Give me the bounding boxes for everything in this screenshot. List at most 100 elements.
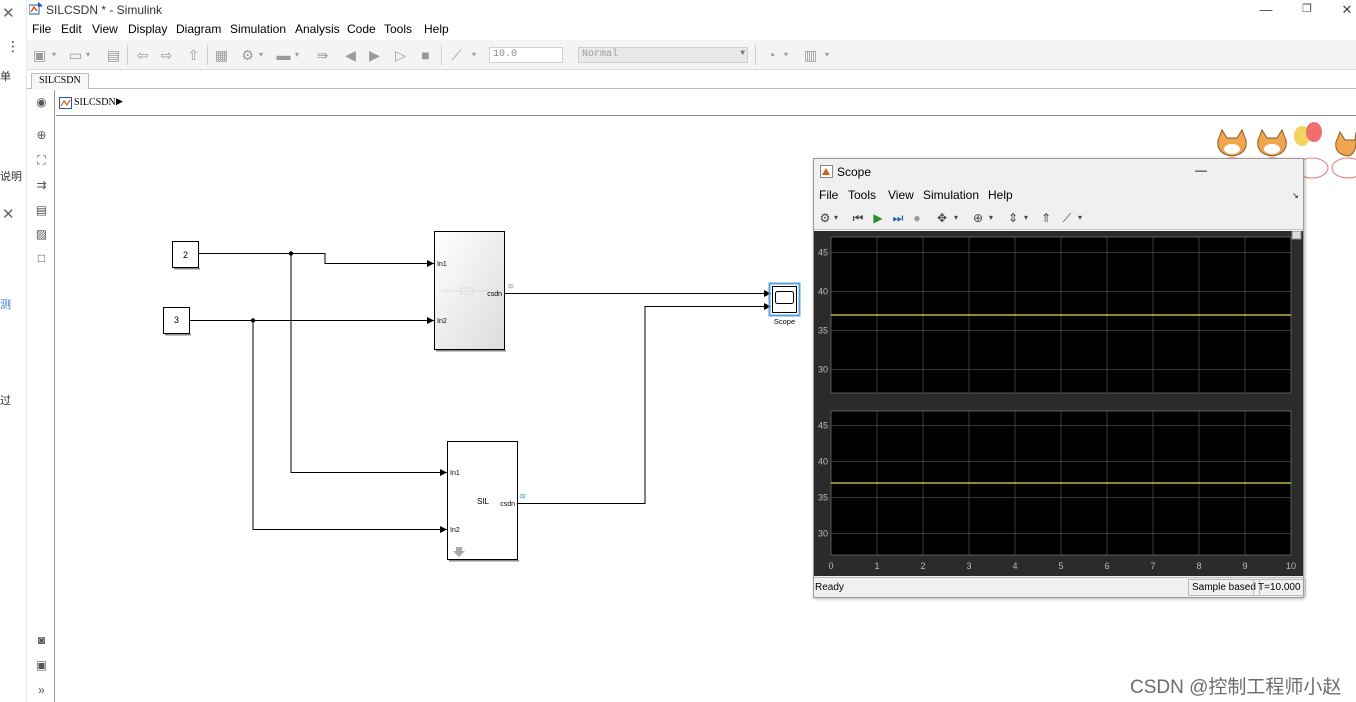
area-icon[interactable]: □: [34, 251, 49, 265]
step-back-icon[interactable]: ⏮: [850, 210, 866, 226]
chevron-down-icon[interactable]: ▾: [256, 47, 266, 63]
toolbar: ▣ ▾ ▭ ▾ ▤ ⇦ ⇨ ⇧ ▦ ⚙ ▾ ▬ ▾ ⇛ ◀ ▶ ▷ ■ ⟋ ▾ …: [27, 40, 1356, 70]
scope-menu-help[interactable]: Help: [988, 188, 1013, 202]
expand-icon[interactable]: »: [34, 683, 49, 697]
back-arrow-icon[interactable]: ⇦: [134, 47, 151, 63]
zoom-in-icon[interactable]: ⊕: [970, 210, 986, 226]
record-icon[interactable]: ⇛: [314, 47, 331, 63]
fit-to-view-icon[interactable]: ⛶: [34, 153, 49, 167]
chevron-down-icon[interactable]: ▾: [832, 210, 840, 226]
scale-axes-icon[interactable]: ⇕: [1005, 210, 1021, 226]
menu-code[interactable]: Code: [347, 22, 376, 36]
subsystem-block-sil[interactable]: In1 In2 SIL csdn ≋: [447, 441, 527, 562]
signal-line[interactable]: [199, 253, 434, 267]
open-folder-icon[interactable]: ▭: [67, 47, 84, 63]
tab-silcsdn[interactable]: SILCSDN: [31, 73, 89, 89]
breadcrumb-model[interactable]: SILCSDN: [74, 97, 116, 108]
chevron-down-icon: ▼: [740, 49, 745, 58]
chevron-down-icon[interactable]: ▾: [1022, 210, 1030, 226]
build-icon[interactable]: ▥: [802, 47, 819, 63]
measurements-icon[interactable]: ⟋: [1059, 210, 1075, 226]
new-model-icon[interactable]: ▣: [31, 47, 48, 63]
data-inspector-icon[interactable]: ⟋: [448, 47, 465, 63]
scope-window[interactable]: Scope — File Tools View Simulation Help …: [813, 158, 1306, 598]
scope-block[interactable]: Scope: [768, 282, 801, 327]
menu-help[interactable]: Help: [424, 22, 449, 36]
menu-view[interactable]: View: [92, 22, 118, 36]
strip-text-3[interactable]: 测: [0, 296, 11, 312]
menu-tools[interactable]: Tools: [384, 22, 412, 36]
run-icon[interactable]: ▶: [870, 210, 886, 226]
minimize-icon[interactable]: —: [1195, 163, 1207, 177]
dock-icon[interactable]: ↘: [1292, 191, 1299, 200]
close-icon[interactable]: ✕: [2, 4, 15, 22]
model-advisor-icon[interactable]: ◔: [763, 47, 780, 63]
library-browser-icon[interactable]: ▦: [213, 47, 230, 63]
side-palette: ◉ ⊕ ⛶ ⇉ ▤ ▨ □ ◙ ▣ »: [27, 90, 55, 702]
step-forward-icon[interactable]: ⏭: [890, 210, 906, 226]
chevron-down-icon[interactable]: ▾: [781, 47, 791, 63]
highlight-icon[interactable]: ✥: [934, 210, 950, 226]
chevron-down-icon[interactable]: ▾: [469, 47, 479, 63]
chevron-down-icon[interactable]: ▾: [83, 47, 93, 63]
stop-icon[interactable]: ●: [909, 210, 925, 226]
chevron-down-icon[interactable]: ▾: [822, 47, 832, 63]
constant-block-3[interactable]: 3: [163, 307, 192, 336]
menu-diagram[interactable]: Diagram: [176, 22, 221, 36]
up-arrow-icon[interactable]: ⇧: [185, 47, 202, 63]
scope-toolbar: ⚙ ▾ ⏮ ▶ ⏭ ● ✥ ▾ ⊕ ▾ ⇕ ▾ ⇑ ⟋ ▾: [814, 206, 1303, 230]
camera-icon[interactable]: ◙: [34, 633, 49, 647]
step-back-icon[interactable]: ◀: [342, 47, 359, 63]
chevron-down-icon[interactable]: ▾: [987, 210, 995, 226]
signal-line[interactable]: [518, 303, 771, 504]
minimize-icon[interactable]: —: [1256, 2, 1276, 17]
save-icon[interactable]: ▤: [105, 47, 122, 63]
menu-display[interactable]: Display: [128, 22, 167, 36]
breadcrumb-arrow-icon[interactable]: ▶: [116, 96, 123, 107]
scope-menu-file[interactable]: File: [819, 188, 838, 202]
cat-sticker: [1331, 130, 1356, 179]
signal-line[interactable]: [290, 253, 447, 476]
scope-plot-area[interactable]: 45 40 35 30 45 40 35 30 0 1 2 3 4 5 6 7 8 9 10: [814, 230, 1303, 576]
status-ready: Ready: [815, 582, 844, 593]
simulation-mode-select[interactable]: Normal ▼: [578, 47, 748, 63]
signal-line[interactable]: [252, 320, 447, 533]
settings-gear-icon[interactable]: ⚙: [239, 47, 256, 63]
zoom-in-icon[interactable]: ⊕: [34, 128, 49, 142]
forward-arrow-icon[interactable]: ⇨: [158, 47, 175, 63]
menu-analysis[interactable]: Analysis: [295, 22, 340, 36]
annotation-icon[interactable]: ▤: [34, 203, 49, 217]
close-icon[interactable]: ✕: [1337, 2, 1356, 18]
run-icon[interactable]: ▶: [366, 47, 383, 63]
hide-show-icon[interactable]: ◉: [34, 95, 49, 109]
scope-menu-tools[interactable]: Tools: [848, 188, 876, 202]
constant-block-2[interactable]: 2: [172, 241, 201, 270]
model-browser-icon[interactable]: ▣: [34, 658, 49, 672]
chevron-down-icon[interactable]: ▾: [49, 47, 59, 63]
menu-simulation[interactable]: Simulation: [230, 22, 286, 36]
chevron-down-icon[interactable]: ▾: [952, 210, 960, 226]
stop-icon[interactable]: ■: [417, 47, 434, 63]
port-in2-label: In2: [437, 318, 447, 325]
stop-time-field[interactable]: 10.0: [489, 47, 563, 63]
menu-edit[interactable]: Edit: [61, 22, 82, 36]
scope-menu-simulation[interactable]: Simulation: [923, 188, 979, 202]
chevron-down-icon[interactable]: ▾: [292, 47, 302, 63]
chevron-down-icon[interactable]: ▾: [1076, 210, 1084, 226]
model-explorer-icon[interactable]: ▬: [275, 47, 292, 63]
more-vertical-icon[interactable]: ⋮: [6, 38, 20, 55]
arrow-icon[interactable]: ⇉: [34, 178, 49, 192]
restore-icon[interactable]: ❐: [1297, 2, 1317, 15]
subsystem-block-csdn[interactable]: In1 In2 csdn ≋: [434, 231, 515, 352]
model-icon: [59, 97, 72, 109]
menu-file[interactable]: File: [32, 22, 51, 36]
x-tick-label: 1: [874, 561, 879, 571]
image-icon[interactable]: ▨: [34, 227, 49, 241]
step-forward-icon[interactable]: ▷: [392, 47, 409, 63]
settings-gear-icon[interactable]: ⚙: [817, 210, 833, 226]
x-tick-label: 7: [1150, 561, 1155, 571]
scope-menu-view[interactable]: View: [888, 188, 914, 202]
triggers-icon[interactable]: ⇑: [1038, 210, 1054, 226]
close-icon[interactable]: ✕: [2, 205, 15, 223]
background-window-strip: ✕ ⋮ 单 说明 ✕ 测 过: [0, 0, 27, 702]
